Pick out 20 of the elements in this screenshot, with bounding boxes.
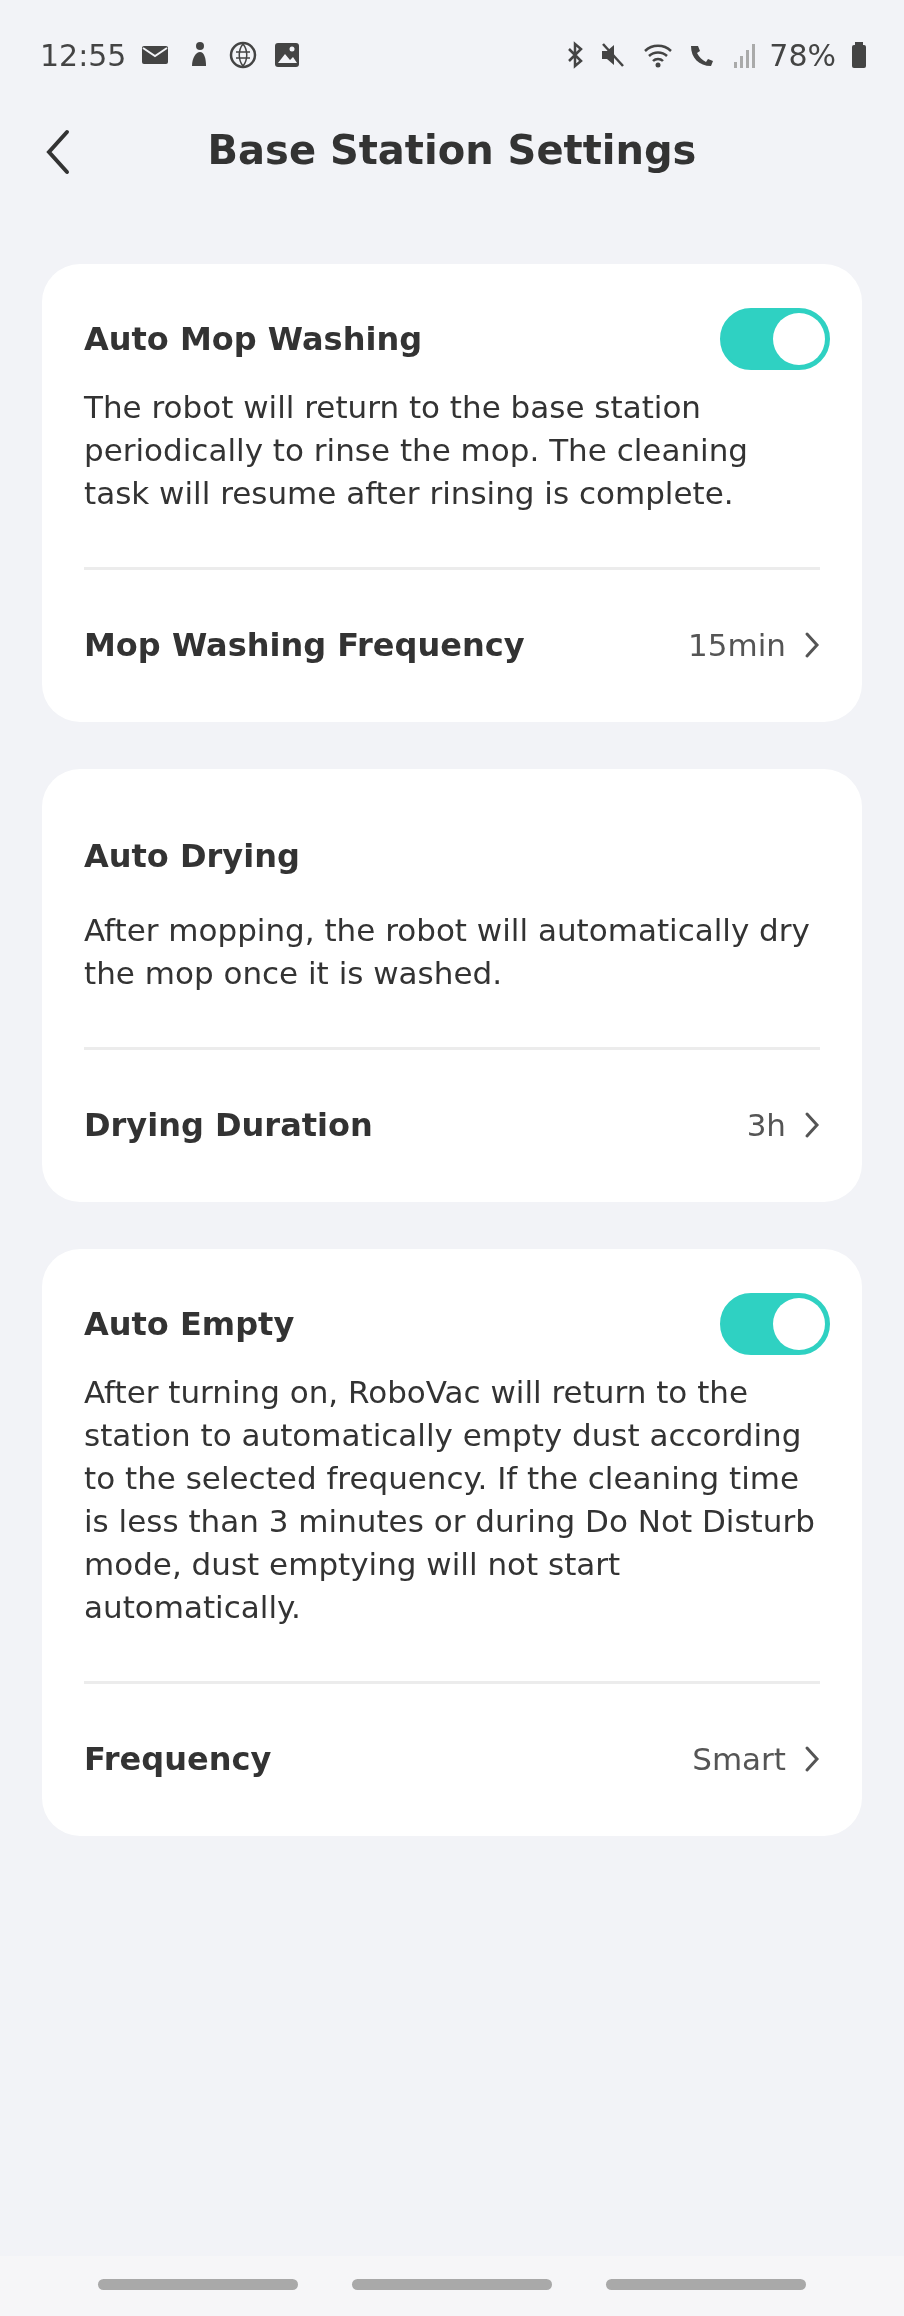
setting-title: Auto Empty [84, 1304, 295, 1345]
nav-handle[interactable] [606, 2278, 806, 2290]
setting-title: Auto Mop Washing [84, 319, 423, 360]
battery-icon [850, 40, 868, 70]
chevron-icon [804, 1745, 820, 1773]
chevron-icon [804, 631, 820, 659]
globe-icon [228, 40, 259, 70]
battery-level: 78% [769, 37, 836, 73]
setting-description: The robot will return to the base station periodically to rinse the mop. The cleaning task will resume after rinsing is complete. [84, 388, 749, 513]
status-time: 12:55 [40, 37, 127, 73]
setting-description: After mopping, the robot will automatically dry the mop once it is washed. [84, 911, 811, 993]
nav-handle[interactable] [98, 2278, 298, 2290]
setting-description: After turning on, RoboVac will return to the station to automatically empty dust according to the selected frequency. If the cleaning time is less than 3 minutes or during Do Not Disturb mode, dust emptying will not start automatically. [84, 1373, 816, 1627]
chevron-icon [804, 1111, 820, 1139]
page-title: Base Station Settings [207, 127, 697, 173]
setting-row[interactable]: Drying Duration 3h [84, 1047, 820, 1202]
setting-row[interactable]: Mop Washing Frequency 15min [84, 567, 820, 722]
setting-row[interactable]: Frequency Smart [84, 1681, 820, 1836]
nav-handle[interactable] [352, 2278, 552, 2290]
setting-title: Auto Drying [84, 836, 300, 877]
